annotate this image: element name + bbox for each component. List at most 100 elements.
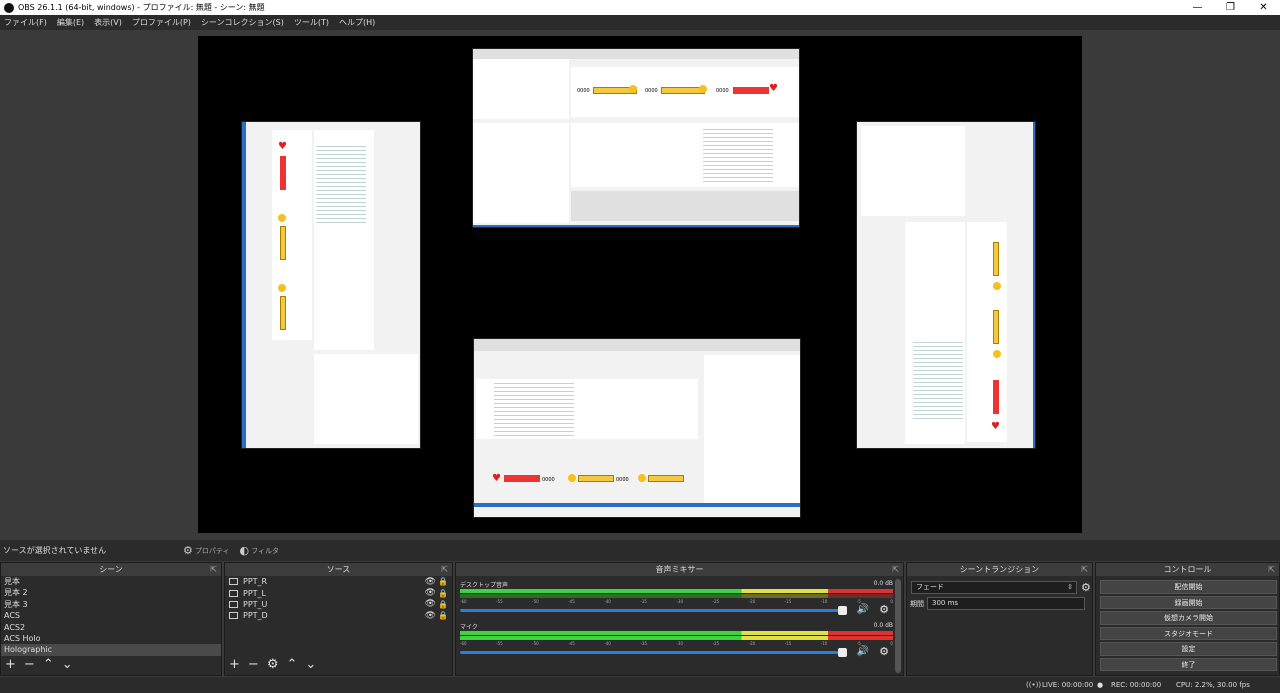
scene-item[interactable]: ACS2 bbox=[1, 622, 221, 633]
move-down-icon[interactable]: ⌄ bbox=[62, 657, 73, 672]
undock-icon[interactable]: ⇱ bbox=[1081, 563, 1088, 576]
undock-icon[interactable]: ⇱ bbox=[1268, 563, 1275, 576]
remove-icon[interactable]: − bbox=[24, 657, 35, 672]
gauge-value-text: 0000 bbox=[577, 88, 590, 94]
lock-icon[interactable]: 🔒 bbox=[438, 600, 448, 609]
tick-label: -55 bbox=[496, 599, 503, 604]
controls-header: コントロール ⇱ bbox=[1096, 563, 1279, 576]
preview-canvas[interactable]: 0000 0000 0000 ♥ ♥ 0000 0000 ♥ ♥ bbox=[198, 36, 1082, 533]
lock-icon[interactable]: 🔒 bbox=[438, 611, 448, 620]
gear-icon[interactable]: ⚙ bbox=[1081, 581, 1091, 594]
remove-icon[interactable]: − bbox=[248, 657, 259, 672]
add-icon[interactable]: + bbox=[5, 657, 16, 672]
source-item[interactable]: PPT_L 👁 🔒 bbox=[225, 587, 452, 598]
duration-input[interactable]: 300 ms bbox=[927, 597, 1085, 610]
eye-icon[interactable]: 👁 bbox=[425, 611, 436, 621]
scene-item[interactable]: 見本 2 bbox=[1, 587, 221, 598]
add-icon[interactable]: + bbox=[229, 657, 240, 672]
scene-item[interactable]: 見本 3 bbox=[1, 599, 221, 610]
emoji-icon bbox=[638, 474, 646, 482]
close-button[interactable]: ✕ bbox=[1247, 0, 1280, 15]
capture-panel bbox=[314, 354, 418, 444]
undock-icon[interactable]: ⇱ bbox=[892, 563, 899, 576]
studio-mode-button[interactable]: スタジオモード bbox=[1100, 626, 1277, 640]
minimize-button[interactable]: — bbox=[1181, 0, 1214, 15]
move-down-icon[interactable]: ⌄ bbox=[305, 657, 316, 672]
meter-ticks: -60 -55 -50 -45 -40 -35 -30 -25 -20 -15 -10 -5 0 bbox=[460, 599, 893, 604]
volume-slider-handle[interactable] bbox=[838, 606, 847, 615]
mixer-title: 音声ミキサー bbox=[655, 565, 704, 574]
eye-icon[interactable]: 👁 bbox=[425, 588, 436, 598]
move-up-icon[interactable]: ⌃ bbox=[43, 657, 54, 672]
source-item[interactable]: PPT_D 👁 🔒 bbox=[225, 610, 452, 621]
sources-panel: ソース ⇱ PPT_R 👁 🔒 PPT_L 👁 🔒 PPT_U 👁 🔒 PPT_D 👁 🔒 + −… bbox=[224, 562, 453, 676]
move-up-icon[interactable]: ⌃ bbox=[286, 657, 297, 672]
tick-label: -15 bbox=[784, 641, 792, 646]
tick-label: -45 bbox=[568, 599, 575, 604]
eye-icon[interactable]: 👁 bbox=[425, 577, 436, 587]
speaker-icon[interactable]: 🔊 bbox=[857, 646, 869, 657]
source-item[interactable]: PPT_R 👁 🔒 bbox=[225, 576, 452, 587]
eye-icon[interactable]: 👁 bbox=[425, 599, 436, 609]
track-name: マイク bbox=[460, 624, 478, 631]
menu-help[interactable]: ヘルプ(H) bbox=[339, 17, 375, 28]
undock-icon[interactable]: ⇱ bbox=[210, 563, 217, 576]
volume-meter bbox=[460, 589, 893, 593]
scene-item[interactable]: 見本 bbox=[1, 576, 221, 587]
menu-edit[interactable]: 編集(E) bbox=[57, 17, 84, 28]
source-capture-right[interactable]: ♥ bbox=[856, 121, 1036, 449]
source-label: PPT_R bbox=[243, 577, 268, 587]
live-icon: ((•)) bbox=[1026, 681, 1042, 689]
code-lines bbox=[703, 129, 773, 185]
transition-select[interactable]: フェード ⇳ bbox=[911, 581, 1077, 594]
gear-icon[interactable]: ⚙ bbox=[267, 657, 279, 672]
properties-button[interactable]: ⚙ プロパティ bbox=[183, 544, 229, 557]
filters-button[interactable]: ◐ フィルタ bbox=[239, 544, 278, 557]
menu-scene-collection[interactable]: シーンコレクション(S) bbox=[201, 17, 284, 28]
tick-label: -25 bbox=[712, 599, 720, 604]
menu-file[interactable]: ファイル(F) bbox=[4, 17, 47, 28]
capture-taskbar bbox=[473, 225, 799, 227]
undock-icon[interactable]: ⇱ bbox=[441, 563, 448, 576]
gear-icon[interactable]: ⚙ bbox=[879, 645, 889, 658]
start-streaming-button[interactable]: 配信開始 bbox=[1100, 580, 1277, 594]
settings-button[interactable]: 設定 bbox=[1100, 642, 1277, 656]
emoji-icon bbox=[278, 284, 286, 292]
cpu-status: CPU: 2.2%, 30.00 fps bbox=[1176, 681, 1250, 689]
exit-button[interactable]: 終了 bbox=[1100, 657, 1277, 671]
volume-slider[interactable] bbox=[460, 606, 847, 615]
capture-panel bbox=[473, 59, 569, 119]
capture-panel bbox=[571, 191, 799, 221]
restore-button[interactable]: ❐ bbox=[1214, 0, 1247, 15]
lock-icon[interactable]: 🔒 bbox=[438, 577, 448, 586]
mixer-header: 音声ミキサー ⇱ bbox=[456, 563, 903, 576]
scene-item[interactable]: ACS Holo bbox=[1, 633, 221, 644]
source-capture-up[interactable]: 0000 0000 0000 ♥ bbox=[472, 48, 800, 228]
scenes-title: シーン bbox=[99, 565, 123, 574]
speaker-icon[interactable]: 🔊 bbox=[857, 604, 869, 615]
source-capture-down[interactable]: ♥ 0000 0000 bbox=[473, 338, 801, 518]
start-recording-button[interactable]: 録画開始 bbox=[1100, 595, 1277, 609]
source-capture-left[interactable]: ♥ bbox=[241, 121, 421, 449]
menu-profile[interactable]: プロファイル(P) bbox=[132, 17, 191, 28]
source-item[interactable]: PPT_U 👁 🔒 bbox=[225, 599, 452, 610]
transitions-title: シーントランジション bbox=[959, 565, 1040, 574]
start-virtual-camera-button[interactable]: 仮想カメラ開始 bbox=[1100, 611, 1277, 625]
volume-slider[interactable] bbox=[460, 648, 847, 657]
scene-item-selected[interactable]: Holographic bbox=[1, 644, 221, 656]
volume-slider-handle[interactable] bbox=[838, 648, 847, 657]
capture-toolbar bbox=[473, 49, 799, 59]
tick-label: -55 bbox=[496, 641, 503, 646]
tick-label: -20 bbox=[748, 599, 756, 604]
tick-label: -40 bbox=[604, 599, 611, 604]
gear-icon[interactable]: ⚙ bbox=[879, 603, 889, 616]
menu-tools[interactable]: ツール(T) bbox=[294, 17, 329, 28]
mixer-scrollbar[interactable] bbox=[895, 579, 901, 673]
menu-view[interactable]: 表示(V) bbox=[94, 17, 122, 28]
lock-icon[interactable]: 🔒 bbox=[438, 589, 448, 598]
scene-item[interactable]: ACS bbox=[1, 610, 221, 621]
transitions-panel: シーントランジション ⇱ フェード ⇳ ⚙ 期間 300 ms bbox=[906, 562, 1093, 676]
gauge-bar bbox=[993, 380, 999, 414]
tick-label: -60 bbox=[460, 599, 467, 604]
filter-icon: ◐ bbox=[239, 544, 250, 557]
